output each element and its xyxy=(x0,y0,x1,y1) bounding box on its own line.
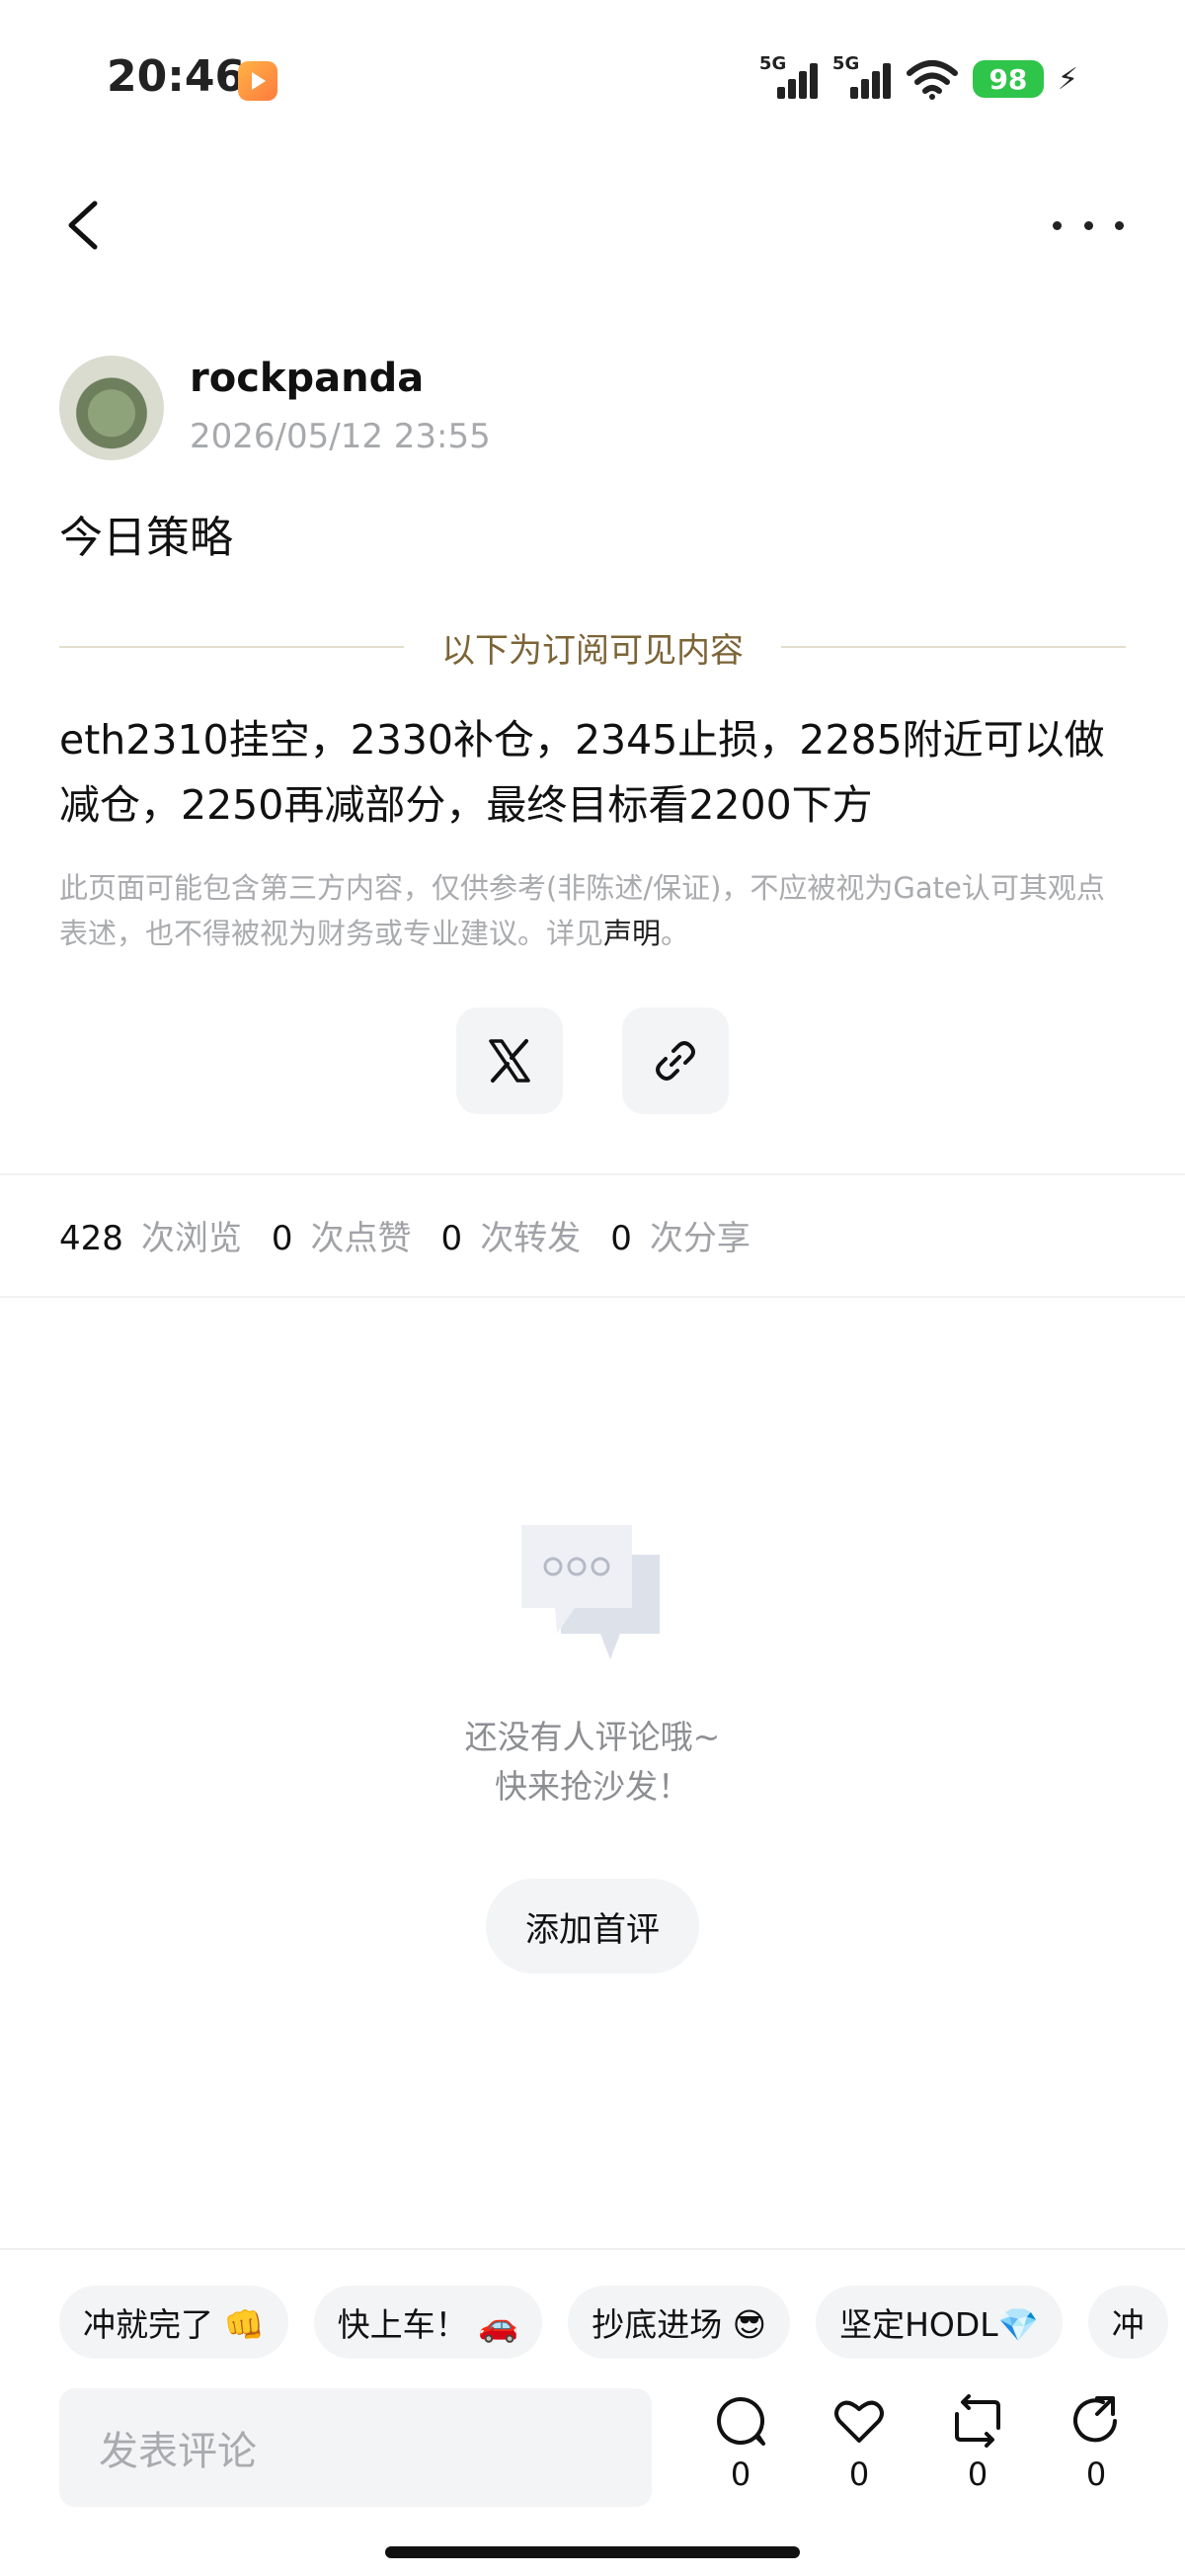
heart-icon xyxy=(834,2400,884,2443)
quick-reply-chips: 冲就完了 👊 快上车！ 🚗 抄底进场 😎 坚定HODL💎 冲 xyxy=(59,2286,1168,2359)
add-first-comment-button[interactable]: 添加首评 xyxy=(486,1879,699,1973)
divider xyxy=(0,1173,1185,1175)
likes-count: 0 xyxy=(271,1219,293,1258)
post-stats: 428 次浏览 0 次点赞 0 次转发 0 次分享 xyxy=(59,1211,780,1259)
avatar[interactable] xyxy=(59,356,164,460)
disclaimer-link[interactable]: 声明 xyxy=(603,917,661,950)
signal-label: 5G xyxy=(831,53,860,74)
subscription-divider-label: 以下为订阅可见内容 xyxy=(441,630,744,671)
repost-icon xyxy=(955,2394,1000,2448)
share-count: 0 xyxy=(1085,2455,1107,2493)
reposts-count: 0 xyxy=(440,1219,463,1258)
quick-reply-chip[interactable]: 冲 xyxy=(1087,2286,1168,2359)
x-logo-icon xyxy=(489,1039,530,1083)
quick-reply-chip[interactable]: 快上车！ 🚗 xyxy=(313,2286,543,2359)
signal-icon: 5G xyxy=(832,53,892,101)
repost-button[interactable]: 0 xyxy=(938,2394,1017,2503)
more-dots-icon[interactable] xyxy=(1053,203,1124,247)
post-datetime: 2026/05/12 23:55 xyxy=(190,417,491,456)
views-count: 428 xyxy=(59,1219,123,1258)
like-button[interactable]: 0 xyxy=(820,2394,899,2503)
status-time: 20:46 xyxy=(107,51,246,102)
signal-icon: 5G xyxy=(759,53,819,101)
shares-label: 次分享 xyxy=(649,1219,750,1258)
empty-line-1: 还没有人评论哦~ xyxy=(464,1718,721,1756)
disclaimer-text: 此页面可能包含第三方内容，仅供参考(非陈述/保证)，不应被视为Gate认可其观点… xyxy=(59,871,1105,950)
empty-comments-icon xyxy=(521,1525,660,1659)
status-bar: 20:46 5G 5G 98 ⚡ xyxy=(0,0,1185,158)
share-button[interactable]: 0 xyxy=(1057,2394,1136,2503)
likes-label: 次点赞 xyxy=(310,1219,412,1258)
comment-icon xyxy=(717,2396,765,2446)
status-indicators: 5G 5G 98 ⚡ xyxy=(759,53,1078,103)
views-label: 次浏览 xyxy=(140,1219,242,1258)
comment-button[interactable]: 0 xyxy=(701,2394,780,2503)
post-body: eth2310挂空，2330补仓，2345止损，2285附近可以做减仓，2250… xyxy=(59,716,1105,829)
battery-indicator: 98 xyxy=(972,60,1044,98)
author-name[interactable]: rockpanda xyxy=(190,356,424,401)
shares-count: 0 xyxy=(610,1219,632,1258)
home-indicator[interactable] xyxy=(385,2546,800,2558)
reposts-label: 次转发 xyxy=(480,1219,582,1258)
divider xyxy=(0,2248,1185,2250)
disclaimer-end: 。 xyxy=(661,917,690,950)
quick-reply-chip[interactable]: 抄底进场 😎 xyxy=(568,2286,791,2359)
charging-icon: ⚡ xyxy=(1057,61,1078,97)
empty-line-2: 快来抢沙发！ xyxy=(495,1767,690,1806)
empty-comments-text: 还没有人评论哦~ 快来抢沙发！ xyxy=(296,1713,889,1811)
chevron-left-icon[interactable] xyxy=(55,194,115,257)
quick-reply-chip[interactable]: 坚定HODL💎 xyxy=(816,2286,1063,2359)
signal-label: 5G xyxy=(758,53,787,74)
repost-count: 0 xyxy=(967,2455,988,2493)
link-icon xyxy=(656,1041,695,1081)
quick-reply-chip[interactable]: 冲就完了 👊 xyxy=(59,2286,288,2359)
wifi-icon xyxy=(906,60,958,100)
comment-input[interactable]: 发表评论 xyxy=(59,2388,652,2507)
like-count: 0 xyxy=(848,2455,870,2493)
post-title: 今日策略 xyxy=(59,513,233,563)
subscription-divider: 以下为订阅可见内容 xyxy=(59,622,1126,672)
comment-count: 0 xyxy=(730,2455,751,2493)
video-app-icon xyxy=(238,61,277,101)
share-x-button[interactable] xyxy=(456,1007,563,1114)
disclaimer: 此页面可能包含第三方内容，仅供参考(非陈述/保证)，不应被视为Gate认可其观点… xyxy=(59,865,1126,956)
copy-link-button[interactable] xyxy=(622,1007,729,1114)
share-icon xyxy=(1073,2396,1117,2443)
divider xyxy=(0,1296,1185,1298)
